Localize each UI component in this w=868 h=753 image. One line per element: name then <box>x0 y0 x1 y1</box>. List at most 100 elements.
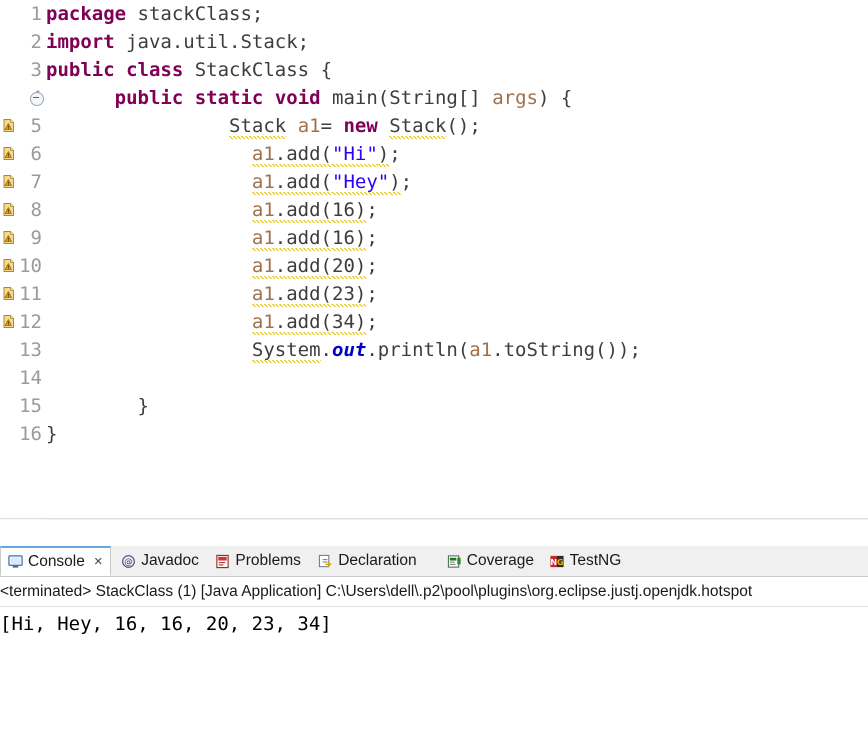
line-number: 3 <box>30 59 42 81</box>
gutter-row[interactable]: 11 <box>0 280 46 308</box>
gutter-row[interactable]: 13 <box>0 336 46 364</box>
code-token: ) <box>389 171 401 195</box>
code-token: 16 <box>332 227 355 251</box>
tab-console[interactable]: Console × <box>0 546 111 576</box>
code-line[interactable]: System.out.println(a1.toString()); <box>46 336 868 364</box>
svg-text:@: @ <box>124 556 132 566</box>
console-tab-bar[interactable]: Console × @ Javadoc Problems Declaration Cover… <box>0 546 868 577</box>
tab-declaration[interactable]: Declaration <box>311 546 423 576</box>
code-token: .add( <box>274 143 332 167</box>
code-line[interactable]: public class StackClass { <box>46 56 868 84</box>
close-icon[interactable]: × <box>94 553 103 570</box>
gutter-row[interactable]: 1 <box>0 0 46 28</box>
gutter-row[interactable]: 7 <box>0 168 46 196</box>
line-number: 11 <box>19 283 42 305</box>
eclipse-ide-window: 1234567891011121314151617 package stackC… <box>0 0 868 753</box>
code-editor[interactable]: 1234567891011121314151617 package stackC… <box>0 0 868 520</box>
gutter-row[interactable]: 10 <box>0 252 46 280</box>
code-token: ; <box>389 143 401 165</box>
tab-coverage[interactable]: Coverage <box>440 546 541 576</box>
code-token: ; <box>366 227 378 249</box>
console-output-text[interactable]: [Hi, Hey, 16, 16, 20, 23, 34] <box>0 610 868 750</box>
gutter-row[interactable]: 15 <box>0 392 46 420</box>
gutter-row[interactable]: 6 <box>0 140 46 168</box>
gutter-row[interactable]: 4 <box>0 84 46 112</box>
code-token: import <box>46 31 115 53</box>
code-line[interactable]: } <box>46 420 868 448</box>
gutter-row[interactable]: 9 <box>0 224 46 252</box>
code-line[interactable] <box>46 364 868 392</box>
tab-label: Console <box>28 552 85 570</box>
code-line[interactable]: a1.add("Hi"); <box>46 140 868 168</box>
gutter-row[interactable]: 3 <box>0 56 46 84</box>
gutter-row[interactable]: 14 <box>0 364 46 392</box>
code-token: ; <box>366 283 378 305</box>
console-icon <box>8 554 23 569</box>
tab-label: Problems <box>235 552 301 569</box>
code-line[interactable]: Stack a1= new Stack(); <box>46 112 868 140</box>
gutter-row[interactable]: 12 <box>0 308 46 336</box>
code-token: .add( <box>274 171 332 195</box>
code-token: "Hey" <box>332 171 390 195</box>
gutter-row[interactable]: 8 <box>0 196 46 224</box>
code-token: StackClass { <box>183 59 333 81</box>
svg-text:N: N <box>550 557 557 566</box>
code-token: ; <box>366 199 378 221</box>
code-line[interactable]: package stackClass; <box>46 0 868 28</box>
code-token: a1 <box>251 311 275 335</box>
testng-icon: NG <box>550 554 565 569</box>
line-number: 9 <box>30 227 42 249</box>
code-line[interactable]: a1.add(23); <box>46 280 868 308</box>
code-token: java.util.Stack; <box>114 31 310 53</box>
code-line[interactable] <box>46 448 868 476</box>
code-token: .add( <box>274 283 332 307</box>
tab-testng[interactable]: N G TestNG <box>543 546 629 576</box>
code-folding-collapse-icon[interactable] <box>30 92 44 106</box>
code-token: a1 <box>251 283 275 307</box>
scrollbar-corner <box>0 518 46 520</box>
code-token: } <box>137 395 149 417</box>
code-token: args <box>492 87 538 109</box>
javadoc-icon: @ <box>121 554 136 569</box>
tab-label: Coverage <box>466 552 535 569</box>
code-line[interactable]: a1.add("Hey"); <box>46 168 868 196</box>
tab-problems[interactable]: Problems <box>208 546 307 576</box>
tab-label: TestNG <box>569 552 622 569</box>
code-token: Stack <box>389 115 447 139</box>
tab-javadoc[interactable]: @ Javadoc <box>114 546 206 576</box>
code-token: void <box>274 87 321 109</box>
code-token: ) <box>354 255 367 279</box>
code-line[interactable]: } <box>46 392 868 420</box>
code-line[interactable]: a1.add(34); <box>46 308 868 336</box>
editor-gutter[interactable]: 1234567891011121314151617 <box>0 0 47 484</box>
code-line[interactable]: a1.add(20); <box>46 252 868 280</box>
code-line[interactable]: a1.add(16); <box>46 224 868 252</box>
code-line[interactable]: a1.add(16); <box>46 196 868 224</box>
code-line[interactable]: import java.util.Stack; <box>46 28 868 56</box>
code-token: ) <box>354 227 367 251</box>
code-token: "Hi" <box>332 143 378 167</box>
code-token: ; <box>400 171 413 193</box>
line-number: 7 <box>30 171 42 193</box>
line-number: 10 <box>19 255 42 277</box>
gutter-row[interactable]: 2 <box>0 28 46 56</box>
gutter-row[interactable]: 16 <box>0 420 46 448</box>
gutter-row[interactable]: 5 <box>0 112 46 140</box>
line-number: 16 <box>19 423 42 445</box>
horizontal-scrollbar[interactable] <box>46 518 868 520</box>
code-text-area[interactable]: package stackClass; import java.util.Stac… <box>46 0 868 484</box>
code-token: package <box>46 3 127 25</box>
declaration-icon <box>318 554 333 569</box>
code-token: . <box>320 339 332 361</box>
problems-icon <box>215 554 230 569</box>
code-token: .add( <box>274 227 332 251</box>
console-panel: Console × @ Javadoc Problems Declaration Cover… <box>0 546 868 753</box>
code-line[interactable]: public static void main(String[] args) { <box>46 84 868 112</box>
